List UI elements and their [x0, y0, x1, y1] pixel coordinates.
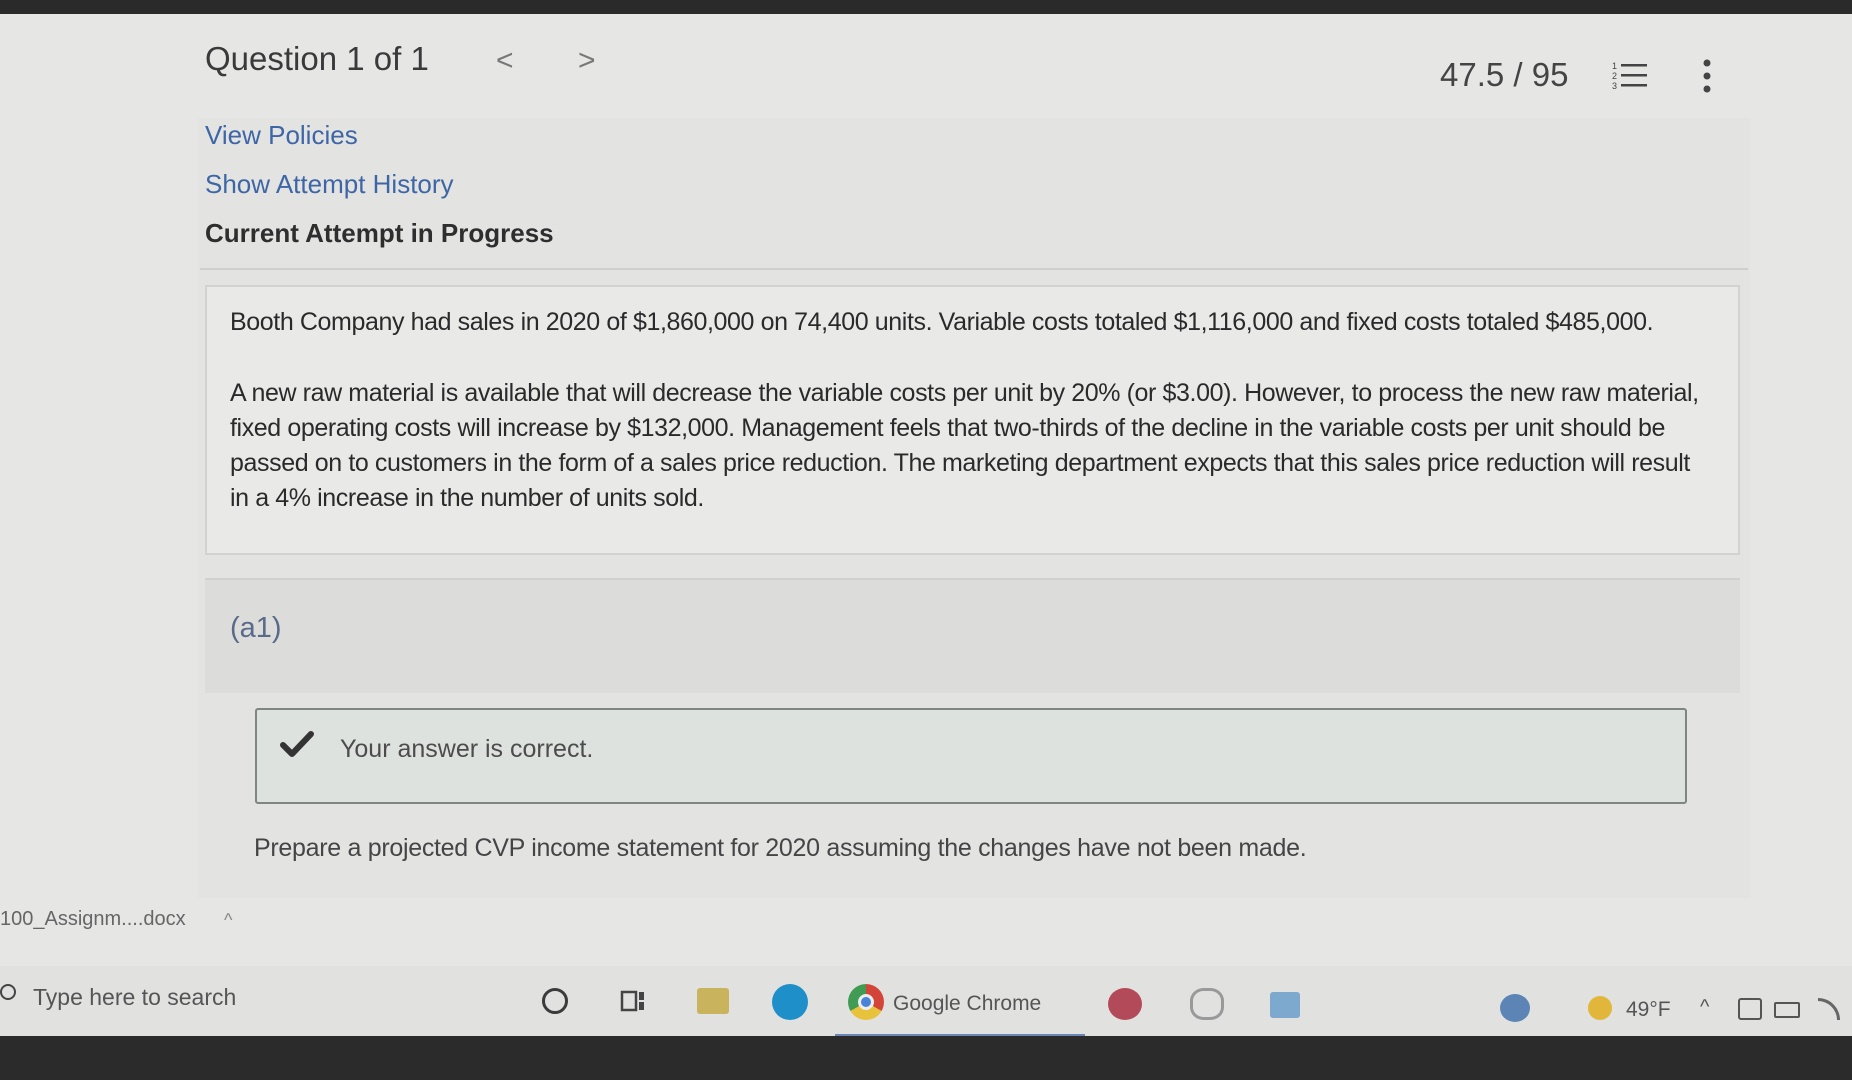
tray-app-icon[interactable]: [1500, 994, 1530, 1022]
cortana-icon[interactable]: [542, 988, 568, 1014]
svg-text:3: 3: [1612, 81, 1617, 90]
svg-text:1: 1: [1612, 61, 1617, 71]
question-counter: Question 1 of 1: [205, 40, 429, 77]
part-header: [205, 578, 1740, 693]
taskbar-search-input[interactable]: Type here to search: [33, 984, 236, 1011]
file-explorer-icon[interactable]: [697, 988, 729, 1014]
next-question-button[interactable]: >: [578, 44, 596, 78]
score-display: 47.5 / 95: [1440, 56, 1569, 93]
part-label: (a1): [230, 612, 282, 644]
app-icon[interactable]: [1190, 988, 1224, 1020]
app-icon[interactable]: [1108, 988, 1142, 1020]
chrome-icon[interactable]: [848, 984, 884, 1020]
divider: [200, 268, 1748, 270]
task-view-icon[interactable]: [620, 988, 646, 1014]
weather-temperature[interactable]: 49°F: [1626, 998, 1671, 1022]
answer-feedback-text: Your answer is correct.: [340, 735, 594, 763]
download-file-name[interactable]: 100_Assignm....docx: [0, 908, 186, 931]
display-icon[interactable]: [1738, 998, 1762, 1020]
view-policies-link[interactable]: View Policies: [205, 120, 358, 151]
previous-question-button[interactable]: <: [496, 44, 514, 78]
attempt-status: Current Attempt in Progress: [205, 218, 554, 248]
edge-icon[interactable]: [772, 984, 808, 1020]
weather-icon[interactable]: [1588, 996, 1612, 1020]
checkmark-icon: [280, 731, 314, 757]
app-icon[interactable]: [1270, 992, 1300, 1018]
question-list-icon[interactable]: 1 2 3: [1612, 60, 1648, 90]
svg-text:2: 2: [1612, 71, 1617, 81]
search-icon[interactable]: [0, 984, 16, 1000]
chrome-taskbar-label[interactable]: Google Chrome: [893, 992, 1041, 1016]
show-attempt-history-link[interactable]: Show Attempt History: [205, 169, 454, 200]
show-hidden-icons-icon[interactable]: ^: [1700, 996, 1709, 1019]
question-paragraph-1: Booth Company had sales in 2020 of $1,86…: [230, 308, 1654, 336]
screen-bezel-bottom: [0, 1036, 1852, 1080]
battery-icon[interactable]: [1774, 1002, 1800, 1018]
page: Question 1 of 1 < > 47.5 / 95 1 2 3 View…: [0, 0, 1852, 1080]
part-instruction: Prepare a projected CVP income statement…: [254, 834, 1307, 862]
download-menu-caret-icon[interactable]: ^: [224, 910, 232, 931]
more-options-icon[interactable]: [1700, 58, 1714, 94]
question-paragraph-2: A new raw material is available that wil…: [230, 379, 1699, 512]
screen-bezel-top: [0, 0, 1852, 14]
